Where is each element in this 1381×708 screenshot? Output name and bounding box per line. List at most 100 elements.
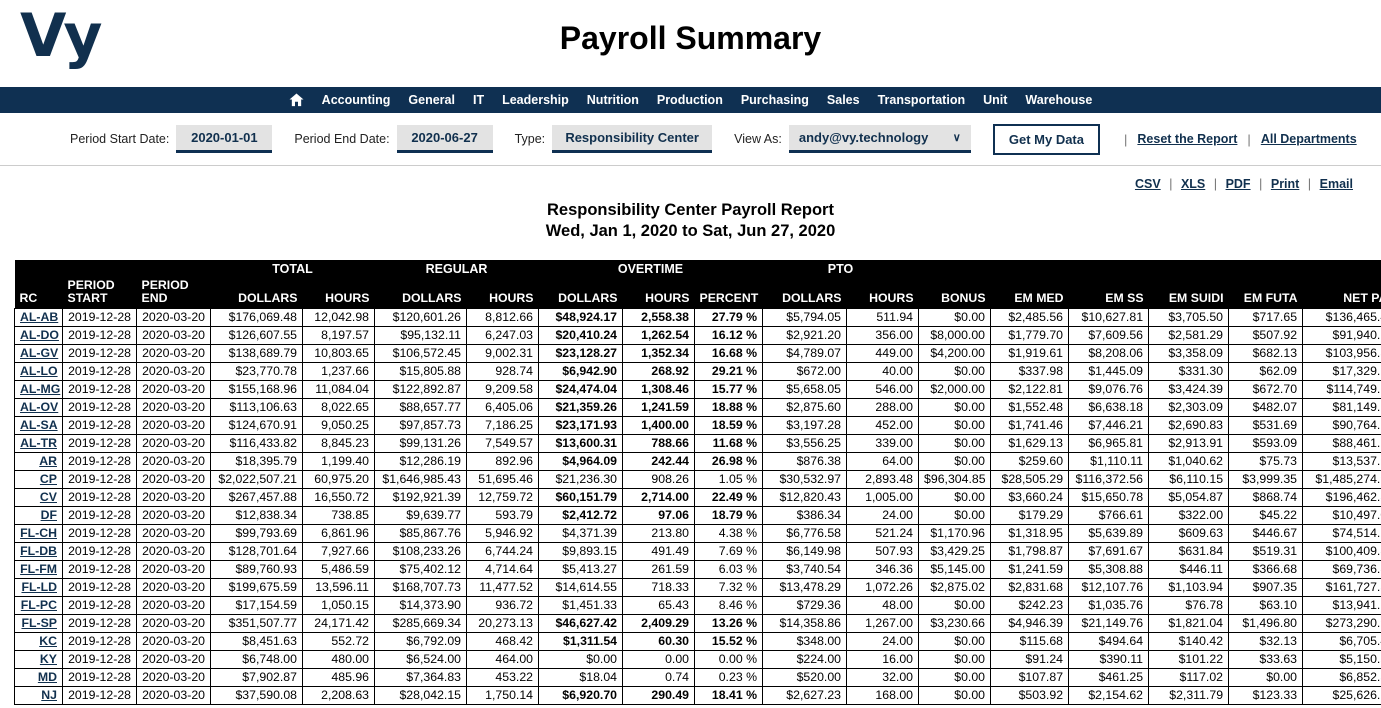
nav-item-leadership[interactable]: Leadership [493,87,578,113]
rc-cell[interactable]: AL-DO [14,326,63,345]
rc-link[interactable]: FL-LD [21,580,57,594]
rc-cell[interactable]: KC [14,632,63,651]
nav-item-production[interactable]: Production [648,87,732,113]
rc-link[interactable]: DF [41,508,57,522]
rc-link[interactable]: FL-FM [20,562,57,576]
rc-cell[interactable]: FL-LD [14,578,63,597]
nav-item-warehouse[interactable]: Warehouse [1016,87,1101,113]
rc-link[interactable]: AL-LO [20,364,58,378]
group-header-blank-0 [14,260,211,279]
rc-cell[interactable]: AL-LO [14,362,63,381]
rc-link[interactable]: CV [40,490,57,504]
all-departments-link[interactable]: All Departments [1261,132,1357,146]
table-row: AL-GV 2019-12-28 2020-03-20 $138,689.79 10,8… [14,344,1381,363]
rc-cell[interactable]: CP [14,470,63,489]
rc-cell[interactable]: AR [14,452,63,471]
period-start-cell: 2019-12-28 [62,650,137,669]
rc-cell[interactable]: AL-SA [14,416,63,435]
nav-item-purchasing[interactable]: Purchasing [732,87,818,113]
rc-cell[interactable]: AL-AB [14,308,63,327]
period-end-input[interactable]: 2020-06-27 [396,125,493,153]
rc-link[interactable]: NJ [41,688,57,702]
rc-cell[interactable]: AL-GV [14,344,63,363]
ot-hours-cell: 718.33 [622,578,696,597]
rc-cell[interactable]: FL-FM [14,560,63,579]
get-my-data-button[interactable]: Get My Data [992,123,1100,155]
rc-link[interactable]: AL-GV [20,346,58,360]
rc-cell[interactable]: FL-DB [14,542,63,561]
net-pay-cell: $114,749.63 [1302,380,1381,399]
rc-link[interactable]: AL-DO [20,328,59,342]
rc-cell[interactable]: AL-MG [14,380,63,399]
pto-hours-cell: 24.00 [846,632,920,651]
nav-item-it[interactable]: IT [464,87,493,113]
export-pdf-link[interactable]: PDF [1226,177,1251,191]
nav-item-sales[interactable]: Sales [818,87,869,113]
export-xls-link[interactable]: XLS [1181,177,1205,191]
ot-hours-cell: 0.00 [622,650,696,669]
nav-item-transportation[interactable]: Transportation [869,87,975,113]
view-as-label: View As: [734,132,782,146]
rc-link[interactable]: AL-TR [20,436,57,450]
column-header-dollars: DOLLARS [538,279,623,309]
rc-link[interactable]: FL-SP [21,616,57,630]
rc-link[interactable]: AL-SA [20,418,58,432]
period-end-cell: 2020-03-20 [136,596,211,615]
net-pay-cell: $10,497.08 [1302,506,1381,525]
rc-cell[interactable]: DF [14,506,63,525]
print-link[interactable]: Print [1271,177,1299,191]
period-start-cell: 2019-12-28 [62,506,137,525]
ot-percent-cell: 13.26 % [694,614,764,633]
nav-item-accounting[interactable]: Accounting [313,87,400,113]
table-row: NJ 2019-12-28 2020-03-20 $37,590.08 2,208.63… [14,686,1381,705]
column-header-em-ss: EM SS [1068,279,1149,309]
rc-link[interactable]: KY [40,652,57,666]
ot-percent-cell: 0.23 % [694,668,764,687]
table-row: AL-TR 2019-12-28 2020-03-20 $116,433.82 8,84… [14,434,1381,453]
rc-cell[interactable]: KY [14,650,63,669]
total-dollars-cell: $124,670.91 [210,416,303,435]
pto-dollars-cell: $3,556.25 [762,434,848,453]
rc-link[interactable]: KC [39,634,57,648]
nav-item-general[interactable]: General [399,87,464,113]
ot-dollars-cell: $4,371.39 [538,524,624,543]
period-start-input[interactable]: 2020-01-01 [176,125,273,153]
reg-dollars-cell: $85,867.76 [374,524,468,543]
rc-cell[interactable]: NJ [14,686,63,705]
rc-cell[interactable]: AL-TR [14,434,63,453]
rc-link[interactable]: FL-PC [21,598,57,612]
rc-cell[interactable]: AL-OV [14,398,63,417]
period-end-cell: 2020-03-20 [136,542,211,561]
period-start-cell: 2019-12-28 [62,470,137,489]
total-dollars-cell: $89,760.93 [210,560,303,579]
rc-link[interactable]: CP [40,472,57,486]
rc-link[interactable]: FL-CH [20,526,57,540]
reg-dollars-cell: $7,364.83 [374,668,468,687]
rc-cell[interactable]: MD [14,668,63,687]
period-start-cell: 2019-12-28 [62,524,137,543]
rc-link[interactable]: AL-MG [20,382,60,396]
nav-item-unit[interactable]: Unit [974,87,1016,113]
rc-cell[interactable]: CV [14,488,63,507]
export-csv-link[interactable]: CSV [1135,177,1161,191]
rc-link[interactable]: FL-DB [20,544,57,558]
em-ss-cell: $9,076.76 [1068,380,1150,399]
rc-cell[interactable]: FL-CH [14,524,63,543]
view-as-select[interactable]: andy@vy.technology ∨ [788,125,971,153]
column-header-hours: HOURS [846,279,919,309]
pto-hours-cell: 1,005.00 [846,488,920,507]
rc-cell[interactable]: FL-PC [14,596,63,615]
email-link[interactable]: Email [1320,177,1353,191]
nav-items: Accounting General IT Leadership Nutrition Pr… [313,87,1102,113]
total-dollars-cell: $23,770.78 [210,362,303,381]
rc-cell[interactable]: FL-SP [14,614,63,633]
home-icon[interactable] [280,93,313,107]
rc-link[interactable]: AR [39,454,57,468]
nav-item-nutrition[interactable]: Nutrition [578,87,648,113]
type-select[interactable]: Responsibility Center [552,125,713,153]
reset-report-link[interactable]: Reset the Report [1137,132,1237,146]
rc-link[interactable]: AL-OV [20,400,58,414]
rc-link[interactable]: AL-AB [20,310,58,324]
rc-link[interactable]: MD [38,670,57,684]
ot-dollars-cell: $0.00 [538,650,624,669]
